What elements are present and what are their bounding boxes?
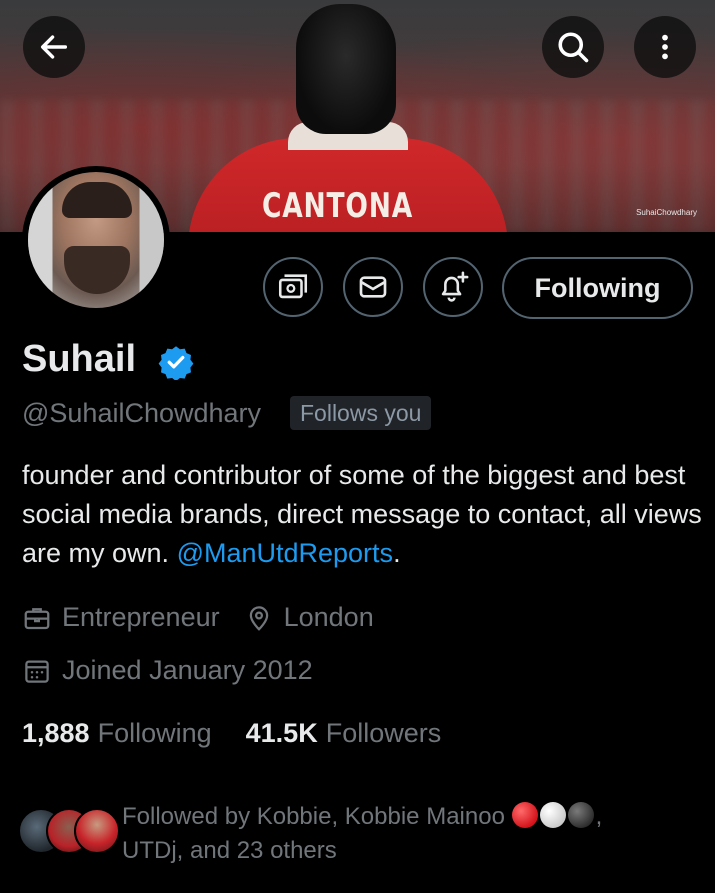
avatar[interactable] xyxy=(22,166,170,314)
briefcase-icon xyxy=(24,607,50,629)
following-count: 1,888 xyxy=(22,718,90,748)
profile-meta: Entrepreneur London xyxy=(22,602,398,633)
search-icon xyxy=(558,32,589,63)
avatar-hair xyxy=(62,182,132,218)
banner-watermark: SuhaiChowdhary xyxy=(636,208,697,217)
followed-by-section[interactable]: Followed by Kobbie, Kobbie Mainoo , UTDj… xyxy=(18,800,708,870)
follows-you-badge: Follows you xyxy=(290,396,432,430)
bio-mention-link[interactable]: @ManUtdReports xyxy=(177,538,394,568)
joined-label: Joined January 2012 xyxy=(62,655,313,685)
message-button[interactable] xyxy=(343,257,403,317)
location-pin-icon xyxy=(249,605,268,631)
bio: founder and contributor of some of the b… xyxy=(22,456,702,573)
display-name: Suhail xyxy=(22,338,137,380)
white-circle-emoji-icon xyxy=(539,802,566,828)
more-vertical-icon xyxy=(662,34,668,60)
join-date-item: Joined January 2012 xyxy=(22,655,313,686)
more-button[interactable] xyxy=(634,16,696,78)
following-button[interactable]: Following xyxy=(502,257,693,319)
search-button[interactable] xyxy=(542,16,604,78)
followed-by-line1-end: , xyxy=(595,803,603,830)
bio-end: . xyxy=(393,538,401,568)
join-date: Joined January 2012 xyxy=(22,655,337,686)
follower-avatar xyxy=(74,808,120,854)
back-button[interactable] xyxy=(23,16,85,78)
profile-page: CANTONA SuhaiChowdhary Following Suhail … xyxy=(0,0,715,893)
arrow-left-icon xyxy=(40,35,68,59)
followed-by-line1: Followed by Kobbie, Kobbie Mainoo xyxy=(122,803,505,830)
black-circle-emoji-icon xyxy=(567,802,594,828)
location: London xyxy=(244,602,374,633)
verified-badge-icon xyxy=(158,346,194,380)
banner-player-head xyxy=(296,4,396,134)
username-handle: @SuhailChowdhary xyxy=(22,398,262,428)
follow-stats: 1,888 Following 41.5K Followers xyxy=(22,718,475,749)
followed-by-line2: UTDj, and 23 others xyxy=(122,837,337,864)
profession: Entrepreneur xyxy=(22,602,220,633)
avatar-photo xyxy=(28,172,164,308)
followers-label: Followers xyxy=(325,718,442,748)
following-label: Following xyxy=(97,718,212,748)
profession-label: Entrepreneur xyxy=(62,602,220,632)
red-circle-emoji-icon xyxy=(511,802,538,828)
calendar-icon xyxy=(25,660,49,683)
money-icon xyxy=(278,274,308,299)
location-label: London xyxy=(283,602,374,632)
notify-button[interactable] xyxy=(423,257,483,317)
followed-by-text: Followed by Kobbie, Kobbie Mainoo , UTDj… xyxy=(122,800,682,868)
following-stat-link[interactable]: 1,888 Following xyxy=(22,718,212,749)
banner-shirt-name: CANTONA xyxy=(262,186,414,226)
followers-stat-link[interactable]: 41.5K Followers xyxy=(246,718,442,749)
followers-count: 41.5K xyxy=(245,718,318,748)
bell-plus-icon xyxy=(441,271,469,302)
subscribe-button[interactable] xyxy=(263,257,323,317)
mail-icon xyxy=(359,276,387,298)
